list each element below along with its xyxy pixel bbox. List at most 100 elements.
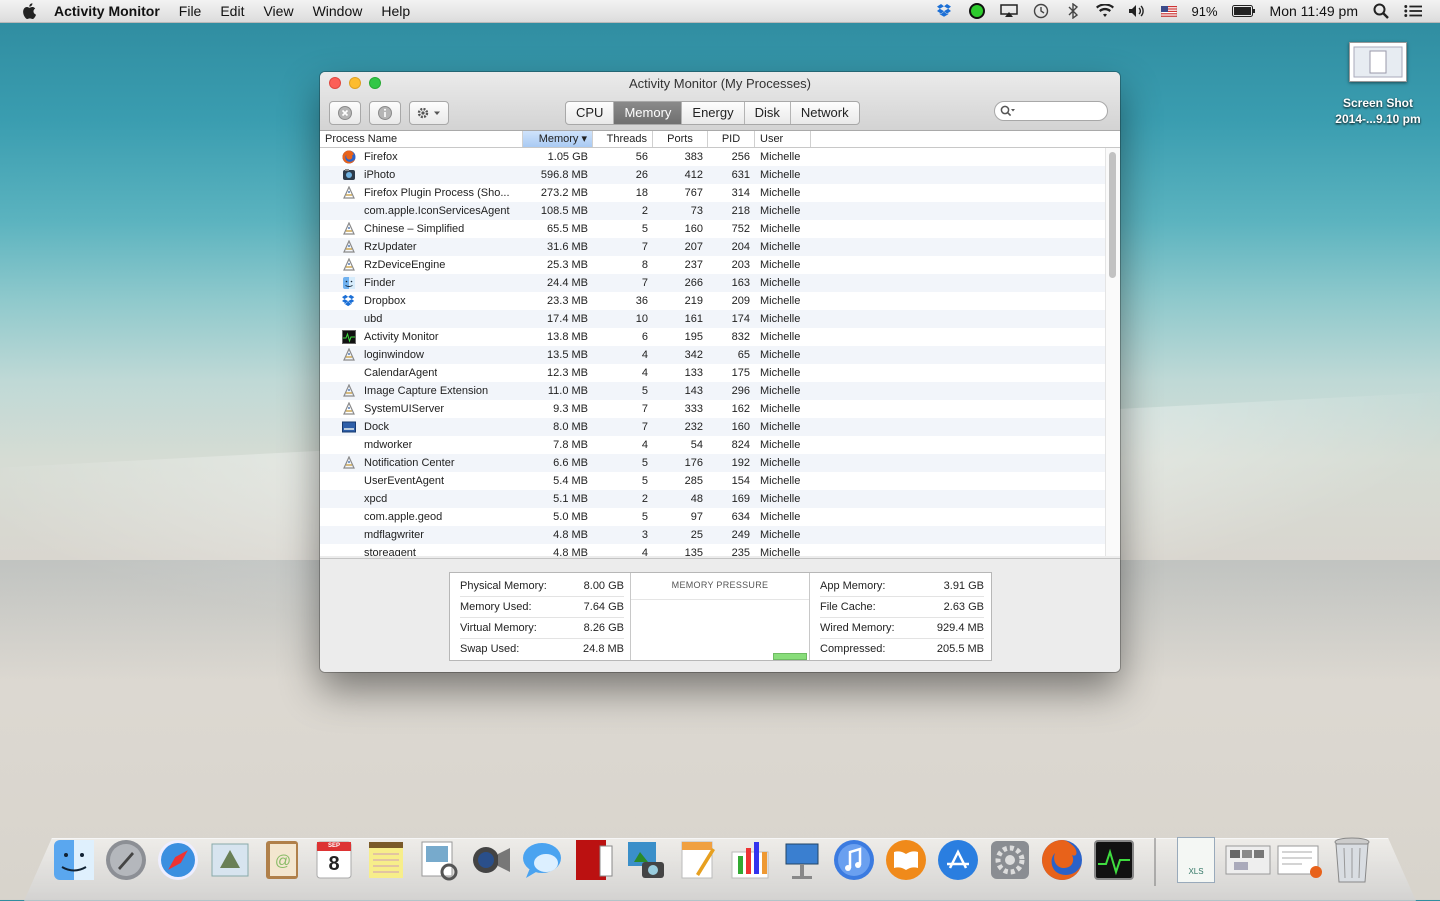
menu-view[interactable]: View <box>263 3 293 19</box>
airplay-icon[interactable] <box>999 3 1018 19</box>
column-user[interactable]: User <box>755 131 811 147</box>
search-icon <box>1000 105 1015 117</box>
table-row[interactable]: Image Capture Extension 11.0 MB 5 143 296 Mic… <box>320 382 1120 400</box>
table-row[interactable]: loginwindow 13.5 MB 4 342 65 Michelle <box>320 346 1120 364</box>
search-field[interactable] <box>994 101 1108 121</box>
dock-xls-document[interactable]: XLS <box>1172 834 1220 886</box>
bluetooth-icon[interactable] <box>1064 3 1082 19</box>
dock-facetime-icon[interactable] <box>466 834 514 886</box>
tab-network[interactable]: Network <box>791 102 859 124</box>
tab-disk[interactable]: Disk <box>745 102 791 124</box>
dock-contacts-icon[interactable]: @ <box>258 834 306 886</box>
dock-photo-booth-icon[interactable] <box>570 834 618 886</box>
dock-ibooks-icon[interactable] <box>882 834 930 886</box>
dock-safari-icon[interactable] <box>154 834 202 886</box>
column-threads[interactable]: Threads <box>593 131 653 147</box>
table-row[interactable]: ubd 17.4 MB 10 161 174 Michelle <box>320 310 1120 328</box>
table-row[interactable]: Firefox Plugin Process (Sho... 273.2 MB 18… <box>320 184 1120 202</box>
process-name: storeagent <box>364 547 416 556</box>
table-row[interactable]: CalendarAgent 12.3 MB 4 133 175 Michelle <box>320 364 1120 382</box>
table-row[interactable]: com.apple.IconServicesAgent 108.5 MB 2 73 21… <box>320 202 1120 220</box>
time-machine-icon[interactable] <box>1032 3 1050 19</box>
menu-window[interactable]: Window <box>313 3 363 19</box>
volume-icon[interactable] <box>1128 3 1146 19</box>
table-scrollbar-thumb[interactable] <box>1109 152 1116 278</box>
process-table-body[interactable]: Firefox 1.05 GB 56 383 256 Michelle iPhoto 596.… <box>320 148 1120 556</box>
dock-finder-icon[interactable] <box>50 834 98 886</box>
dock-notes-icon[interactable] <box>362 834 410 886</box>
table-row[interactable]: UserEventAgent 5.4 MB 5 285 154 Michelle <box>320 472 1120 490</box>
table-row[interactable]: RzUpdater 31.6 MB 7 207 204 Michelle <box>320 238 1120 256</box>
notification-center-icon[interactable] <box>1404 3 1422 19</box>
table-row[interactable]: storeagent 4.8 MB 4 135 235 Michelle <box>320 544 1120 556</box>
table-row[interactable]: Finder 24.4 MB 7 266 163 Michelle <box>320 274 1120 292</box>
column-process-name[interactable]: Process Name <box>320 131 523 147</box>
dock-itunes-icon[interactable] <box>830 834 878 886</box>
trash-icon <box>1334 837 1370 883</box>
keynote-icon <box>785 843 819 879</box>
table-row[interactable]: mdflagwriter 4.8 MB 3 25 249 Michelle <box>320 526 1120 544</box>
dock-downloads-stack[interactable] <box>1224 834 1272 886</box>
desktop-screenshot-file[interactable]: Screen Shot 2014-...9.10 pm <box>1328 42 1428 126</box>
dock-preview-icon[interactable] <box>414 834 462 886</box>
battery-percent[interactable]: 91% <box>1192 4 1218 19</box>
table-scroll-track[interactable] <box>1105 148 1120 556</box>
dock-mail-icon[interactable] <box>206 834 254 886</box>
tab-energy[interactable]: Energy <box>682 102 745 124</box>
dock-firefox-icon[interactable] <box>1038 834 1086 886</box>
dock-system-preferences-icon[interactable] <box>986 834 1034 886</box>
ports-cell: 342 <box>684 349 703 361</box>
dock-pages-icon[interactable] <box>674 834 722 886</box>
wifi-icon[interactable] <box>1095 3 1114 19</box>
menubar-clock[interactable]: Mon 11:49 pm <box>1270 3 1358 19</box>
ports-cell: 25 <box>690 529 703 541</box>
tab-memory[interactable]: Memory <box>614 102 683 124</box>
table-row[interactable]: com.apple.geod 5.0 MB 5 97 634 Michelle <box>320 508 1120 526</box>
quit-process-button[interactable] <box>329 101 361 125</box>
table-row[interactable]: Dropbox 23.3 MB 36 219 209 Michelle <box>320 292 1120 310</box>
table-row[interactable]: Dock 8.0 MB 7 232 160 Michelle <box>320 418 1120 436</box>
dock-documents-stack[interactable] <box>1276 834 1324 886</box>
column-pid[interactable]: PID <box>708 131 755 147</box>
menu-help[interactable]: Help <box>381 3 410 19</box>
process-name-cell: iPhoto <box>320 168 523 182</box>
dock-numbers-icon[interactable] <box>726 834 774 886</box>
apple-menu[interactable] <box>18 0 40 22</box>
sync-status-icon[interactable] <box>968 3 986 19</box>
battery-icon[interactable] <box>1231 3 1256 19</box>
action-menu-button[interactable] <box>409 101 449 125</box>
threads-cell: 4 <box>641 349 648 361</box>
user-cell: Michelle <box>760 277 801 289</box>
window-titlebar[interactable]: Activity Monitor (My Processes) CPU Memo… <box>320 72 1120 131</box>
table-row[interactable]: iPhoto 596.8 MB 26 412 631 Michelle <box>320 166 1120 184</box>
table-row[interactable]: Notification Center 6.6 MB 5 176 192 Michelle <box>320 454 1120 472</box>
spotlight-icon[interactable] <box>1372 3 1390 19</box>
table-row[interactable]: Activity Monitor 13.8 MB 6 195 832 Michelle <box>320 328 1120 346</box>
inspect-process-button[interactable] <box>369 101 401 125</box>
dock-activity-monitor-icon[interactable] <box>1090 834 1138 886</box>
menu-edit[interactable]: Edit <box>220 3 244 19</box>
dock-calendar-icon[interactable]: SEP 8 <box>310 834 358 886</box>
stat-value: 205.5 MB <box>936 643 984 655</box>
table-row[interactable]: mdworker 7.8 MB 4 54 824 Michelle <box>320 436 1120 454</box>
dock-app-store-icon[interactable] <box>934 834 982 886</box>
tab-cpu[interactable]: CPU <box>566 102 615 124</box>
dock-launchpad-icon[interactable] <box>102 834 150 886</box>
column-ports[interactable]: Ports <box>653 131 708 147</box>
table-row[interactable]: Firefox 1.05 GB 56 383 256 Michelle <box>320 148 1120 166</box>
app-menu[interactable]: Activity Monitor <box>54 3 160 19</box>
dock-messages-icon[interactable] <box>518 834 566 886</box>
dock-keynote-icon[interactable] <box>778 834 826 886</box>
dropbox-status-icon[interactable] <box>936 3 954 19</box>
table-row[interactable]: xpcd 5.1 MB 2 48 169 Michelle <box>320 490 1120 508</box>
column-memory[interactable]: Memory ▾ <box>523 131 593 147</box>
process-name: Firefox <box>364 151 398 163</box>
table-row[interactable]: SystemUIServer 9.3 MB 7 333 162 Michelle <box>320 400 1120 418</box>
menu-file[interactable]: File <box>179 3 202 19</box>
table-row[interactable]: RzDeviceEngine 25.3 MB 8 237 203 Michelle <box>320 256 1120 274</box>
dock-iphoto-icon[interactable] <box>622 834 670 886</box>
input-source-flag-icon[interactable] <box>1160 3 1178 19</box>
search-input[interactable] <box>1017 104 1101 120</box>
table-row[interactable]: Chinese – Simplified 65.5 MB 5 160 752 Michel… <box>320 220 1120 238</box>
dock-trash[interactable] <box>1328 834 1376 886</box>
